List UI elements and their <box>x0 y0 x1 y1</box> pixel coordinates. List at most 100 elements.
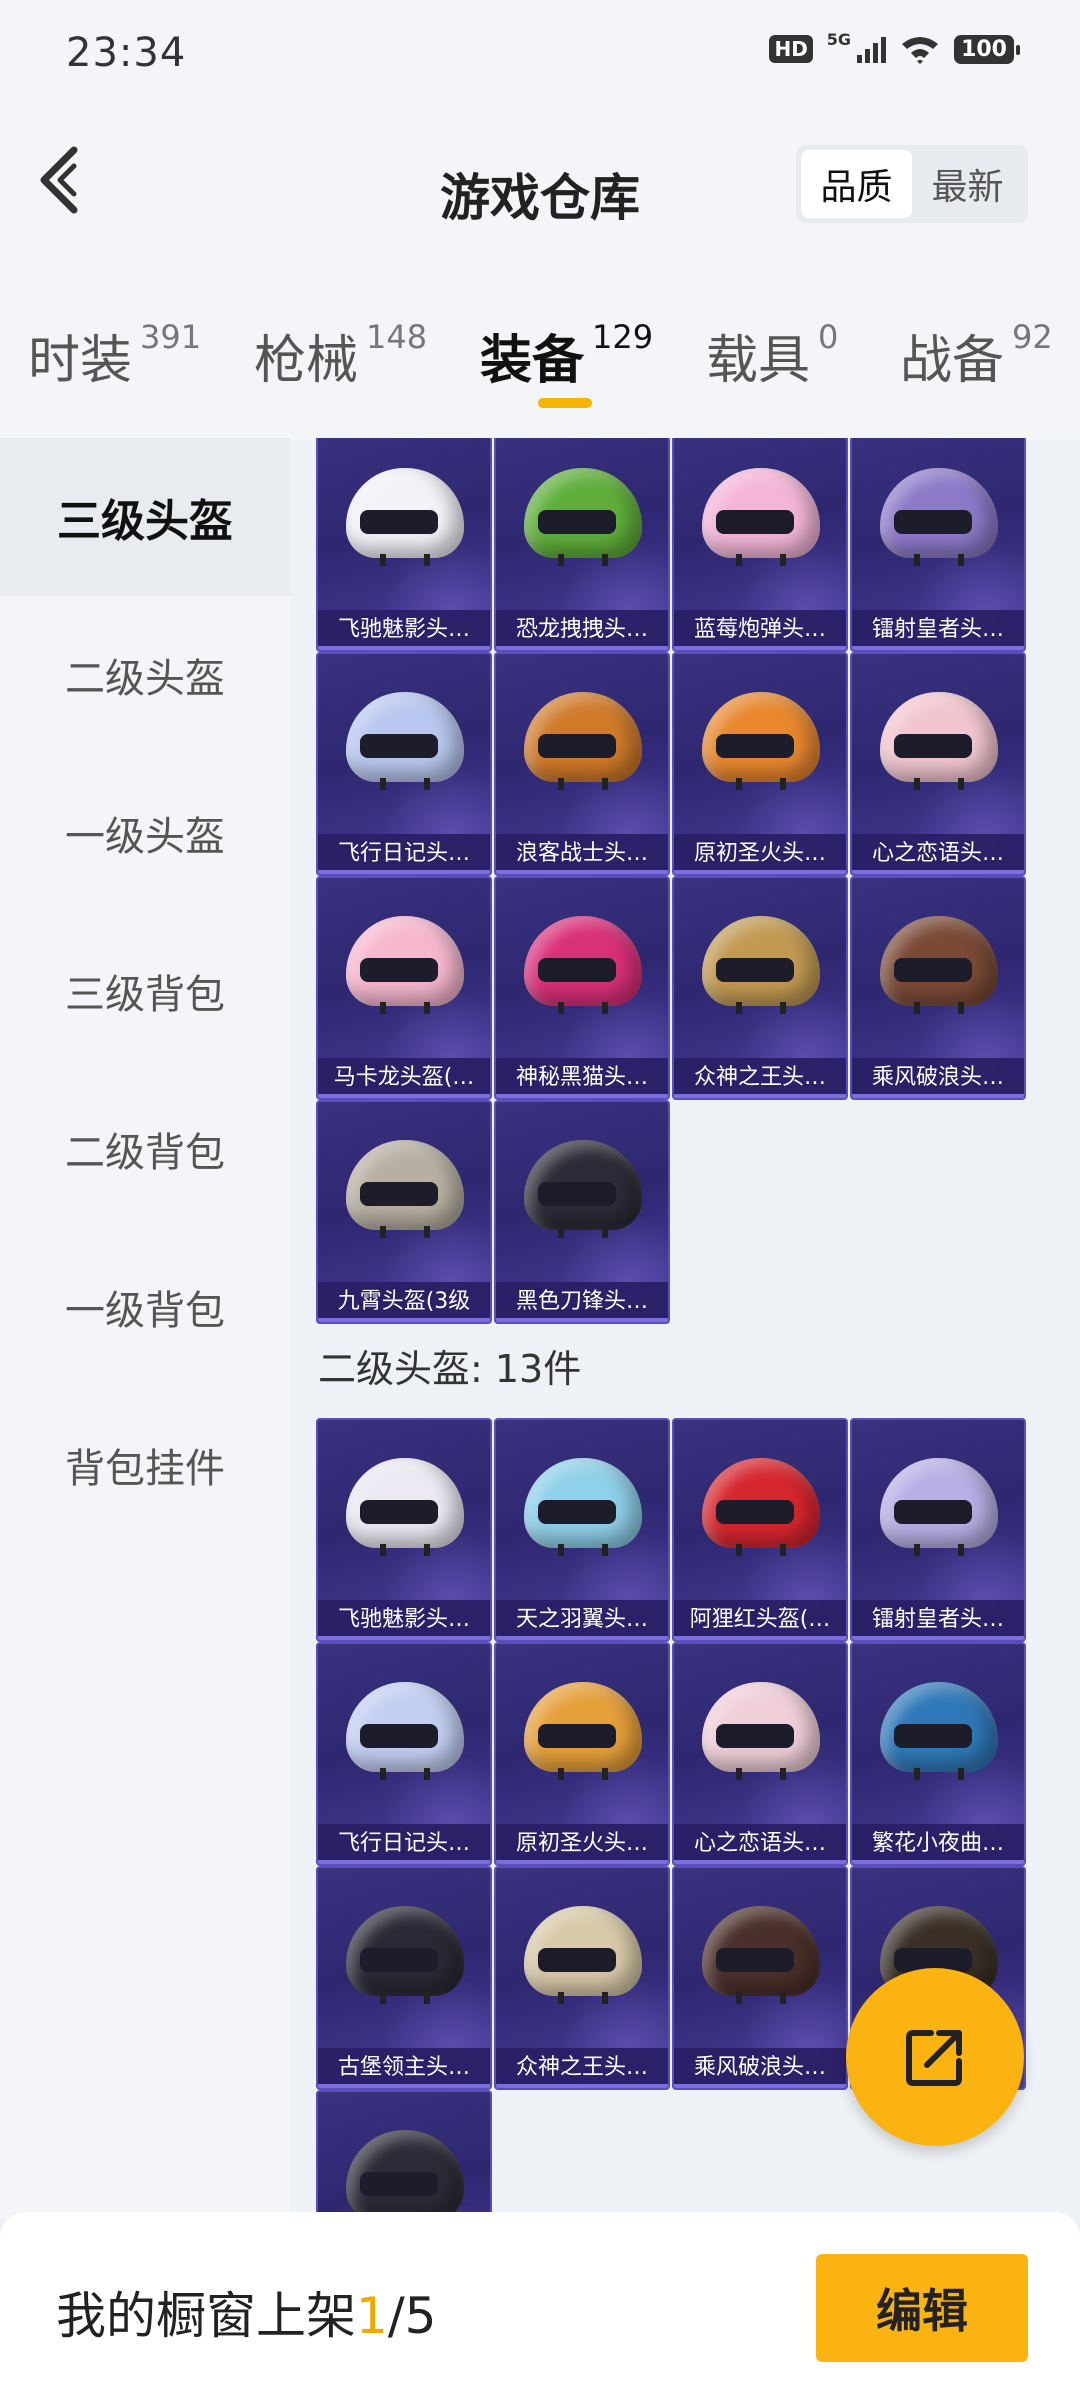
item-name: 原初圣火头… <box>496 1824 668 1864</box>
showcase-current: 1 <box>356 2287 388 2345</box>
item-card[interactable]: 众神之王头… <box>494 1866 670 2090</box>
tab-label: 战备 <box>900 331 1005 391</box>
item-name: 镭射皇者头… <box>852 1600 1024 1640</box>
subcategory-sidebar: 三级头盔 二级头盔 一级头盔 三级背包 二级背包 一级背包 背包挂件 <box>0 438 290 2218</box>
share-external-icon <box>906 2030 962 2086</box>
helmet-icon <box>880 1458 998 1556</box>
helmet-icon <box>524 1682 642 1780</box>
signal-icon <box>857 35 887 63</box>
sidebar-item-level1-helmet[interactable]: 一级头盔 <box>0 754 290 912</box>
helmet-icon <box>346 1140 464 1238</box>
item-name: 心之恋语头… <box>674 1824 846 1864</box>
tab-count: 129 <box>592 318 654 356</box>
showcase-count: 我的橱窗上架1/5 <box>56 2276 436 2348</box>
item-card[interactable]: 心之恋语头… <box>850 652 1026 876</box>
sort-toggle: 品质 最新 <box>796 145 1028 223</box>
item-name: 飞驰魅影头… <box>318 1600 490 1640</box>
tab-vehicles[interactable]: 载具 0 <box>706 318 838 393</box>
sidebar-item-backpack-charm[interactable]: 背包挂件 <box>0 1386 290 1544</box>
item-card[interactable]: 古堡领主头… <box>316 1866 492 2090</box>
battery-icon: 100 <box>954 34 1020 64</box>
sidebar-item-level2-helmet[interactable]: 二级头盔 <box>0 596 290 754</box>
item-card[interactable]: 镭射皇者头… <box>850 438 1026 652</box>
item-card[interactable]: 九霄头盔(3级 <box>316 1100 492 1324</box>
item-name: 心之恋语头… <box>852 834 1024 874</box>
item-card[interactable]: 飞行日记头… <box>316 652 492 876</box>
helmet-icon <box>346 2130 464 2218</box>
item-card[interactable]: 飞驰魅影头… <box>316 1418 492 1642</box>
item-card[interactable]: 飞行日记头… <box>316 1642 492 1866</box>
item-card[interactable]: 飞驰魅影头… <box>316 438 492 652</box>
helmet-icon <box>702 468 820 566</box>
item-name: 众神之王头… <box>496 2048 668 2088</box>
sidebar-item-level3-backpack[interactable]: 三级背包 <box>0 912 290 1070</box>
item-card[interactable]: 浪客战士头… <box>494 652 670 876</box>
helmet-icon <box>524 1906 642 2004</box>
helmet-icon <box>880 1682 998 1780</box>
item-name: 飞驰魅影头… <box>318 610 490 650</box>
item-name: 古堡领主头… <box>318 2048 490 2088</box>
item-card[interactable]: 原初圣火头… <box>494 1642 670 1866</box>
item-card[interactable]: 天之羽翼头… <box>494 1418 670 1642</box>
item-name: 繁花小夜曲… <box>852 1824 1024 1864</box>
helmet-icon <box>702 1458 820 1556</box>
item-name: 马卡龙头盔(… <box>318 1058 490 1098</box>
helmet-icon <box>880 916 998 1014</box>
tab-count: 0 <box>818 318 839 356</box>
tab-equipment[interactable]: 装备 129 <box>480 318 653 393</box>
tab-supplies[interactable]: 战备 92 <box>900 318 1053 393</box>
tab-fashion[interactable]: 时装 391 <box>28 318 201 393</box>
helmet-icon <box>524 468 642 566</box>
item-card[interactable]: 繁花小夜曲… <box>850 1642 1026 1866</box>
helmet-icon <box>524 692 642 790</box>
item-card[interactable]: 蓝莓炮弹头… <box>672 438 848 652</box>
wifi-icon <box>902 37 939 64</box>
category-tabs: 时装 391 枪械 148 装备 129 载具 0 战备 92 <box>0 318 1080 428</box>
item-card[interactable]: 原初圣火头… <box>672 652 848 876</box>
item-card[interactable]: 阿狸红头盔(… <box>672 1418 848 1642</box>
item-name: 乘风破浪头… <box>852 1058 1024 1098</box>
edit-button[interactable]: 编辑 <box>816 2254 1028 2362</box>
helmet-icon <box>346 1906 464 2004</box>
sort-option-newest[interactable]: 最新 <box>912 150 1023 218</box>
section-title-level2-helmet: 二级头盔: 13件 <box>318 1347 582 1391</box>
item-card[interactable]: 恐龙拽拽头… <box>494 438 670 652</box>
helmet-icon <box>524 1458 642 1556</box>
item-name: 镭射皇者头… <box>852 610 1024 650</box>
helmet-icon <box>346 1682 464 1780</box>
tab-label: 载具 <box>706 331 811 391</box>
item-name: 原初圣火头… <box>674 834 846 874</box>
helmet-icon <box>702 1906 820 2004</box>
item-name: 浪客战士头… <box>496 834 668 874</box>
tab-guns[interactable]: 枪械 148 <box>254 318 427 393</box>
sort-option-quality[interactable]: 品质 <box>801 150 912 218</box>
sidebar-item-level2-backpack[interactable]: 二级背包 <box>0 1070 290 1228</box>
helmet-icon <box>346 468 464 566</box>
helmet-icon <box>346 692 464 790</box>
sidebar-item-level1-backpack[interactable]: 一级背包 <box>0 1228 290 1386</box>
item-card[interactable]: 乘风破浪头… <box>850 876 1026 1100</box>
tab-label: 枪械 <box>254 331 359 391</box>
item-card[interactable] <box>316 2090 492 2218</box>
item-card[interactable]: 马卡龙头盔(… <box>316 876 492 1100</box>
item-card[interactable]: 镭射皇者头… <box>850 1418 1026 1642</box>
helmet-icon <box>880 468 998 566</box>
item-card[interactable]: 心之恋语头… <box>672 1642 848 1866</box>
showcase-bar: 我的橱窗上架1/5 编辑 <box>0 2212 1080 2400</box>
item-card[interactable]: 众神之王头… <box>672 876 848 1100</box>
item-card[interactable]: 乘风破浪头… <box>672 1866 848 2090</box>
helmet-icon <box>880 692 998 790</box>
item-card[interactable]: 神秘黑猫头… <box>494 876 670 1100</box>
status-bar: 23:34 HD 5G 100 <box>0 0 1080 110</box>
helmet-icon <box>346 916 464 1014</box>
item-card[interactable]: 黑色刀锋头… <box>494 1100 670 1324</box>
status-time: 23:34 <box>66 30 187 76</box>
sidebar-item-level3-helmet[interactable]: 三级头盔 <box>0 438 290 596</box>
item-name: 蓝莓炮弹头… <box>674 610 846 650</box>
item-name: 黑色刀锋头… <box>496 1282 668 1322</box>
share-fab[interactable] <box>846 1968 1024 2146</box>
tab-count: 148 <box>366 318 428 356</box>
tab-count: 92 <box>1012 318 1053 356</box>
item-name: 飞行日记头… <box>318 834 490 874</box>
item-name: 恐龙拽拽头… <box>496 610 668 650</box>
